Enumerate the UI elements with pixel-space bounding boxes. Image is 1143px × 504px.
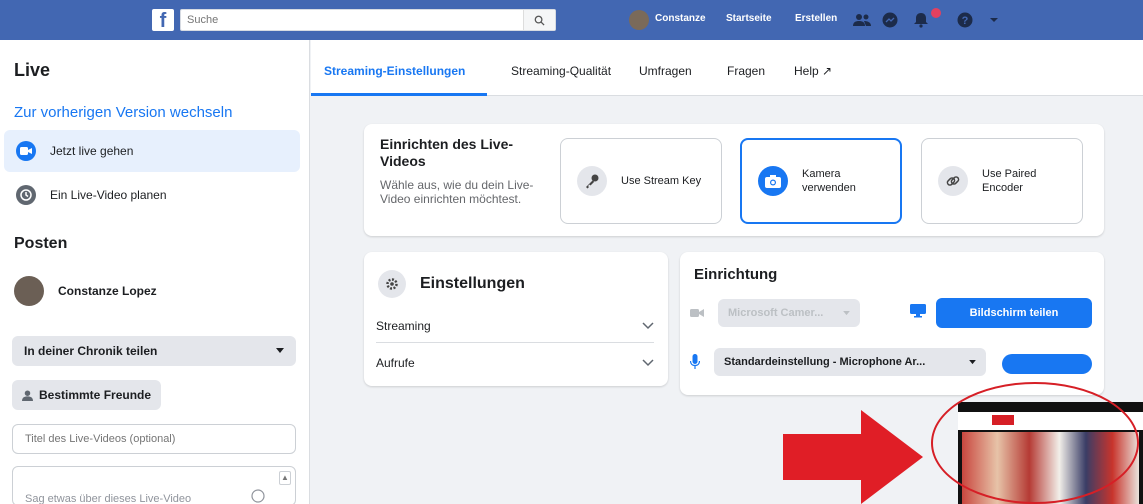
tab-streaming-settings[interactable]: Streaming-Einstellungen bbox=[324, 64, 465, 78]
camera-icon bbox=[758, 166, 788, 196]
views-row[interactable]: Aufrufe bbox=[376, 346, 654, 380]
home-link[interactable]: Startseite bbox=[726, 13, 772, 24]
emoji-icon bbox=[251, 489, 265, 503]
go-live-now-label: Jetzt live gehen bbox=[50, 144, 134, 158]
camera-label: Kamera verwenden bbox=[802, 168, 856, 194]
tab-help[interactable]: Help ↗ bbox=[794, 64, 832, 78]
audience-button[interactable]: Bestimmte Freunde bbox=[12, 380, 162, 410]
left-sidebar: Live Zur vorherigen Version wechseln Jet… bbox=[0, 40, 310, 504]
camera-select-value: Microsoft Camer... bbox=[728, 307, 824, 319]
friends-icon[interactable] bbox=[853, 11, 871, 29]
page-title: Live bbox=[14, 60, 51, 80]
key-icon bbox=[577, 166, 607, 196]
chevron-down-icon bbox=[642, 359, 654, 367]
avatar bbox=[14, 276, 44, 306]
caret-down-icon bbox=[969, 359, 976, 364]
notifications-icon[interactable] bbox=[912, 11, 930, 29]
search-icon bbox=[534, 15, 545, 26]
monitor-icon bbox=[910, 304, 926, 318]
link-icon bbox=[938, 166, 968, 196]
tab-questions[interactable]: Fragen bbox=[727, 64, 765, 78]
microphone-select[interactable]: Standardeinstellung - Microphone Ar... bbox=[714, 348, 986, 376]
share-destination-select[interactable]: In deiner Chronik teilen bbox=[12, 336, 296, 366]
active-tab-indicator bbox=[311, 93, 487, 96]
setup-title: Einrichten des Live-Videos bbox=[380, 136, 514, 169]
schedule-live-label: Ein Live-Video planen bbox=[50, 188, 167, 202]
setup-devices-card: Einrichtung Microsoft Camer... Bildschir… bbox=[680, 252, 1104, 395]
video-icon bbox=[690, 309, 704, 317]
go-live-now-item[interactable]: Jetzt live gehen bbox=[4, 130, 300, 172]
microphone-icon bbox=[690, 354, 700, 369]
person-icon bbox=[22, 389, 33, 401]
tab-streaming-quality[interactable]: Streaming-Qualität bbox=[511, 64, 611, 78]
setup-devices-title: Einrichtung bbox=[694, 266, 778, 283]
facebook-logo[interactable]: f bbox=[152, 9, 174, 32]
microphone-row: Standardeinstellung - Microphone Ar... bbox=[690, 348, 986, 376]
red-circle-annotation bbox=[931, 382, 1139, 504]
user-name: Constanze Lopez bbox=[58, 284, 157, 298]
clock-icon bbox=[16, 185, 36, 205]
posten-heading: Posten bbox=[14, 235, 68, 252]
stream-key-label: Use Stream Key bbox=[621, 175, 702, 187]
top-navigation-bar: f Constanze Startseite Erstellen ? bbox=[0, 0, 1143, 40]
microphone-select-value: Standardeinstellung - Microphone Ar... bbox=[724, 356, 926, 368]
streaming-label: Streaming bbox=[376, 318, 431, 333]
share-screen-button[interactable]: Bildschirm teilen bbox=[936, 298, 1092, 328]
scroll-up-icon[interactable]: ▲ bbox=[279, 471, 291, 485]
camera-row: Microsoft Camer... bbox=[690, 298, 860, 328]
camera-select[interactable]: Microsoft Camer... bbox=[718, 299, 860, 327]
live-title-field[interactable] bbox=[12, 424, 296, 454]
paired-encoder-option[interactable]: Use Paired Encoder bbox=[921, 138, 1083, 224]
setup-card: Einrichten des Live-Videos Wähle aus, wi… bbox=[364, 124, 1104, 236]
views-label: Aufrufe bbox=[376, 356, 415, 370]
notification-badge bbox=[931, 8, 941, 18]
red-arrow-annotation bbox=[783, 410, 923, 504]
description-placeholder: Sag etwas über dieses Live-Video bbox=[25, 493, 192, 504]
streaming-row[interactable]: Streaming bbox=[376, 309, 654, 343]
setup-subtitle: Wähle aus, wie du dein Live-Video einric… bbox=[380, 178, 534, 206]
gear-icon bbox=[378, 270, 406, 298]
camera-option[interactable]: Kamera verwenden bbox=[740, 138, 902, 224]
caret-down-icon bbox=[276, 348, 284, 353]
schedule-live-item[interactable]: Ein Live-Video planen bbox=[4, 174, 300, 216]
poster-identity[interactable]: Constanze Lopez bbox=[14, 276, 157, 306]
microphone-level-indicator bbox=[1002, 354, 1092, 374]
share-destination-value: In deiner Chronik teilen bbox=[24, 344, 158, 358]
messenger-icon[interactable] bbox=[881, 11, 899, 29]
switch-version-link[interactable]: Zur vorherigen Version wechseln bbox=[14, 104, 232, 121]
search-box[interactable] bbox=[180, 9, 556, 31]
help-icon[interactable]: ? bbox=[956, 11, 974, 29]
live-title-input[interactable] bbox=[13, 425, 295, 453]
svg-text:?: ? bbox=[962, 15, 969, 27]
chevron-down-icon bbox=[642, 321, 654, 329]
stream-key-option[interactable]: Use Stream Key bbox=[560, 138, 722, 224]
profile-link[interactable]: Constanze bbox=[655, 13, 706, 24]
settings-tabs: Streaming-Einstellungen Streaming-Qualit… bbox=[311, 40, 1143, 96]
description-field[interactable]: Sag etwas über dieses Live-Video ▲ bbox=[12, 466, 296, 504]
video-camera-icon bbox=[16, 141, 36, 161]
settings-title: Einstellungen bbox=[420, 275, 525, 292]
search-input[interactable] bbox=[181, 10, 521, 30]
audience-label: Bestimmte Freunde bbox=[39, 388, 152, 402]
settings-card: Einstellungen Streaming Aufrufe bbox=[364, 252, 668, 386]
user-avatar[interactable] bbox=[629, 10, 649, 30]
caret-down-icon bbox=[843, 310, 850, 315]
settings-header: Einstellungen bbox=[378, 270, 525, 298]
tab-polls[interactable]: Umfragen bbox=[639, 64, 692, 78]
search-button[interactable] bbox=[523, 10, 555, 30]
create-link[interactable]: Erstellen bbox=[795, 13, 837, 24]
account-dropdown-icon[interactable] bbox=[985, 11, 1003, 29]
paired-encoder-label: Use Paired Encoder bbox=[982, 168, 1037, 194]
